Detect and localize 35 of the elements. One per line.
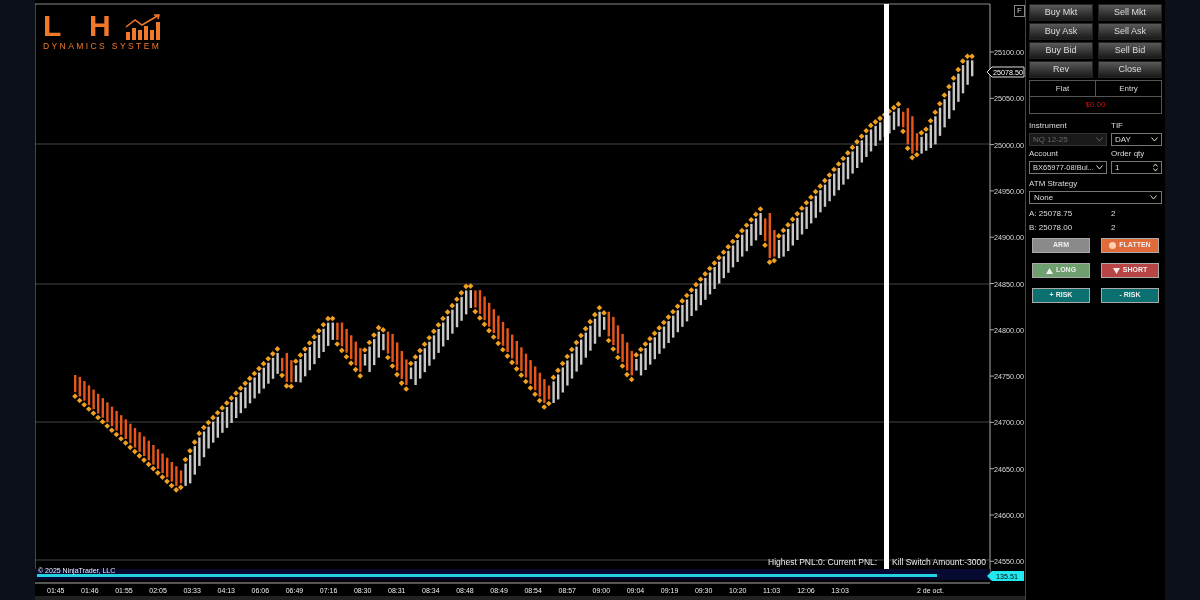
spinner-icon [1153,163,1158,172]
up-triangle-icon [1045,267,1053,274]
logo: L H DYNAMICS SYSTEM [43,12,163,53]
order-button[interactable]: Buy Ask [1029,23,1093,40]
atm-strategy-dropdown[interactable]: None [1029,191,1162,204]
position-status: Flat [1030,81,1096,96]
entry-label: Entry [1118,83,1139,95]
order-button[interactable]: Sell Mkt [1098,4,1162,21]
chevron-down-icon [1096,137,1103,142]
pnl-value: $0.00 [1084,99,1107,111]
tif-dropdown[interactable]: DAY [1111,133,1162,146]
field-label: Account [1029,148,1059,160]
field-label: ATM Strategy [1029,178,1079,190]
pnl-text: Highest PNL:0: Current PNL: [768,557,878,567]
order-button[interactable]: Rev [1029,61,1093,78]
field-label: TIF [1111,120,1124,132]
order-button[interactable]: Sell Ask [1098,23,1162,40]
chart-f-button[interactable]: F [1014,5,1025,17]
rising-bars-icon [124,14,163,40]
field-label: Instrument [1029,120,1068,132]
order-button[interactable]: Sell Bid [1098,42,1162,59]
quote-size: 2 [1111,221,1116,234]
down-triangle-icon [1112,267,1120,274]
kill-switch-text: Kill Switch Amount:-3000 [892,557,987,567]
order-qty-field[interactable]: 1 [1111,161,1162,174]
order-button[interactable]: Close [1098,61,1162,78]
quote-price: A: 25078.75 [1029,207,1074,220]
quote-price: B: 25078.00 [1029,221,1074,234]
field-label: Order qty [1111,148,1146,160]
order-button[interactable]: Buy Bid [1029,42,1093,59]
order-button[interactable]: Buy Mkt [1029,4,1093,21]
chevron-down-icon [1151,137,1158,142]
chevron-down-icon [1150,195,1157,200]
chevron-down-icon [1096,165,1103,170]
quote-size: 2 [1111,207,1116,220]
